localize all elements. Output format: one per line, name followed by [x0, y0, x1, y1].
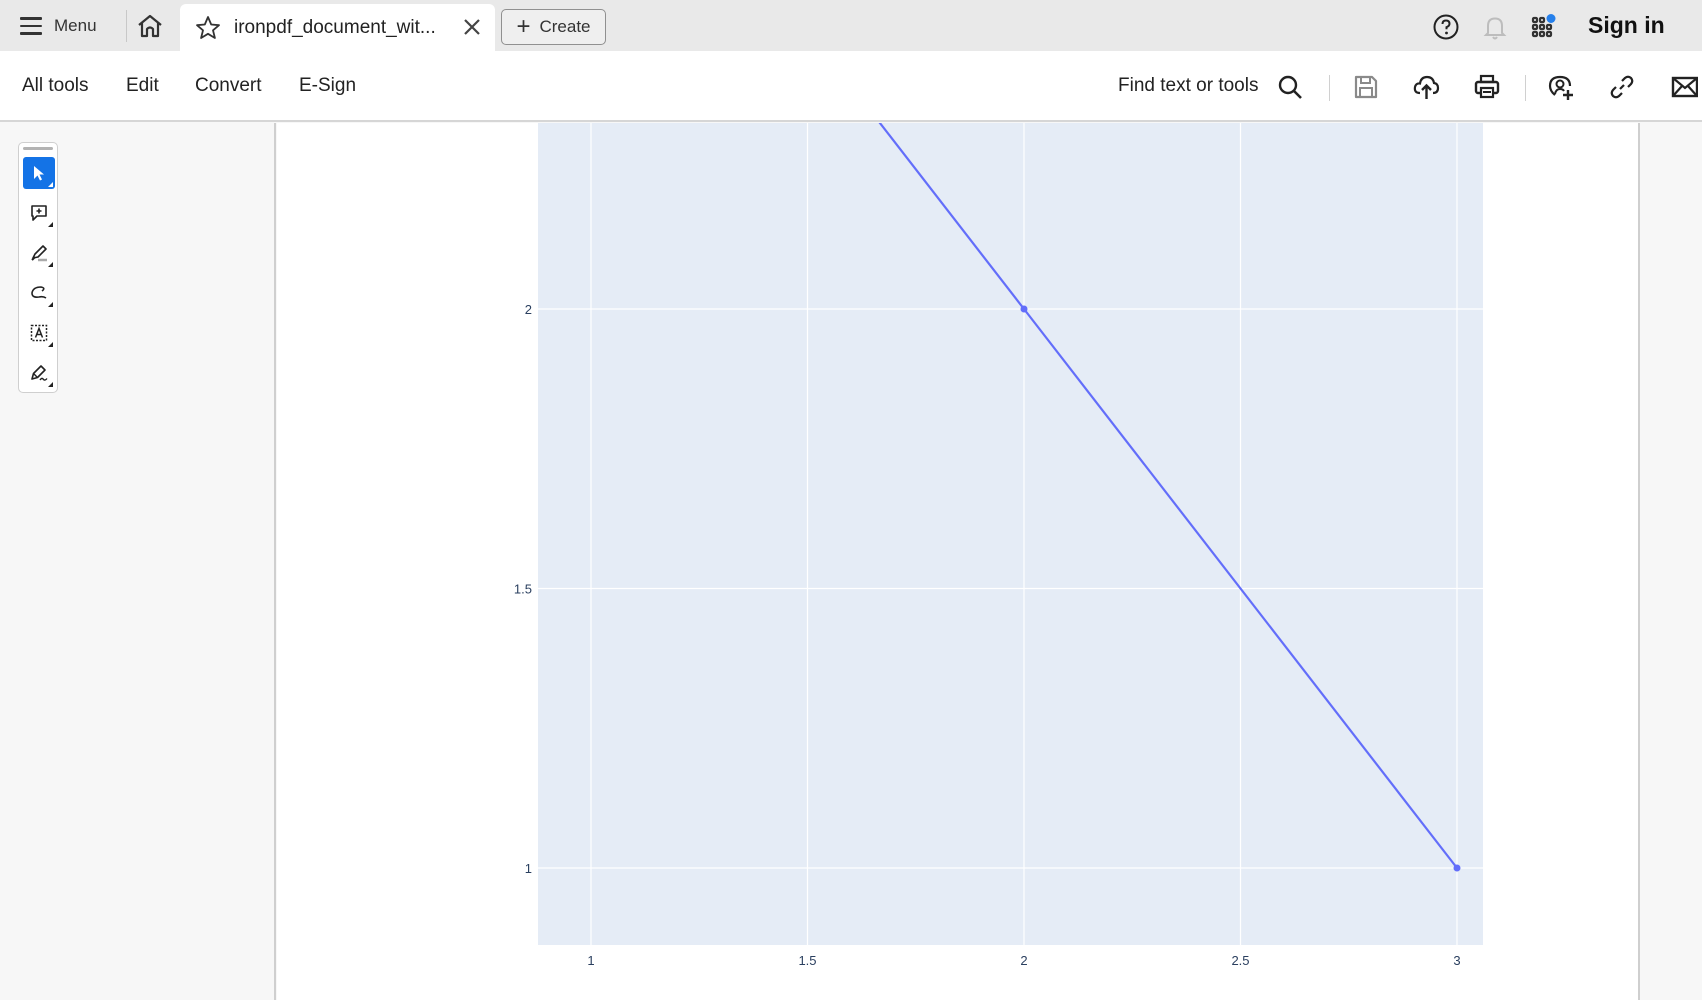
quick-tools-bar — [18, 142, 58, 393]
data-point[interactable] — [1453, 864, 1461, 872]
sign-in-button[interactable]: Sign in — [1588, 12, 1665, 39]
apps-grid-icon[interactable] — [1530, 13, 1558, 41]
create-label: Create — [539, 17, 591, 36]
divider — [1329, 75, 1330, 101]
x-tick-label: 1.5 — [798, 953, 816, 968]
edit-menu[interactable]: Edit — [126, 75, 159, 97]
link-icon[interactable] — [1608, 73, 1636, 101]
convert-menu[interactable]: Convert — [195, 75, 262, 97]
cloud-upload-icon[interactable] — [1412, 73, 1440, 101]
y-tick-label: 1.5 — [514, 582, 532, 597]
notification-dot — [1546, 14, 1556, 23]
x-tick-label: 1 — [587, 953, 594, 968]
email-icon[interactable] — [1670, 73, 1698, 101]
home-icon[interactable] — [136, 13, 164, 39]
menu-label: Menu — [54, 16, 97, 35]
highlight-tool[interactable] — [23, 237, 55, 269]
data-point[interactable] — [1020, 305, 1028, 313]
plus-icon: + — [516, 13, 531, 40]
star-icon[interactable] — [194, 14, 222, 42]
signature-pen-icon — [31, 365, 48, 381]
search-icon[interactable] — [1276, 73, 1304, 101]
save-icon[interactable] — [1352, 73, 1380, 101]
tab-bar: Menu ironpdf_document_wit... + Create Si… — [0, 0, 1702, 51]
x-tick-label: 2.5 — [1231, 953, 1249, 968]
share-add-people-icon[interactable] — [1547, 73, 1575, 101]
x-tick-label: 2 — [1020, 953, 1027, 968]
select-tool[interactable] — [23, 157, 55, 189]
freehand-draw-icon — [31, 286, 47, 299]
all-tools-menu[interactable]: All tools — [22, 75, 89, 97]
sign-tool[interactable] — [23, 357, 55, 389]
cursor-arrow-icon — [34, 166, 44, 181]
document-tab[interactable]: ironpdf_document_wit... — [180, 4, 495, 51]
main-toolbar: All tools Edit Convert E-Sign Find text … — [0, 51, 1702, 122]
find-text-or-tools[interactable]: Find text or tools — [1118, 75, 1258, 97]
notification-bell-icon[interactable] — [1481, 13, 1509, 41]
tab-title: ironpdf_document_wit... — [234, 16, 436, 38]
divider — [126, 10, 127, 42]
line-chart: 1 1.5 2 2.5 3 1 1.5 2 — [514, 123, 1483, 968]
comment-add-icon — [31, 205, 47, 221]
y-tick-label: 2 — [525, 302, 532, 317]
menu-button[interactable]: Menu — [20, 12, 97, 40]
e-sign-menu[interactable]: E-Sign — [299, 75, 356, 97]
draw-tool[interactable] — [23, 277, 55, 309]
plot-area — [538, 123, 1483, 945]
x-tick-label: 3 — [1453, 953, 1460, 968]
text-recognition-tool[interactable] — [23, 317, 55, 349]
divider — [1525, 75, 1526, 101]
text-select-box-icon — [30, 324, 48, 342]
print-icon[interactable] — [1473, 73, 1501, 101]
help-icon[interactable] — [1432, 13, 1460, 41]
drag-handle[interactable] — [23, 147, 53, 150]
highlighter-pen-icon — [31, 245, 47, 262]
close-icon[interactable] — [461, 16, 483, 38]
create-button[interactable]: + Create — [501, 9, 606, 45]
pdf-page: 1 1.5 2 2.5 3 1 1.5 2 — [277, 123, 1640, 1000]
hamburger-icon — [20, 17, 42, 35]
y-tick-label: 1 — [525, 861, 532, 876]
add-comment-tool[interactable] — [23, 197, 55, 229]
